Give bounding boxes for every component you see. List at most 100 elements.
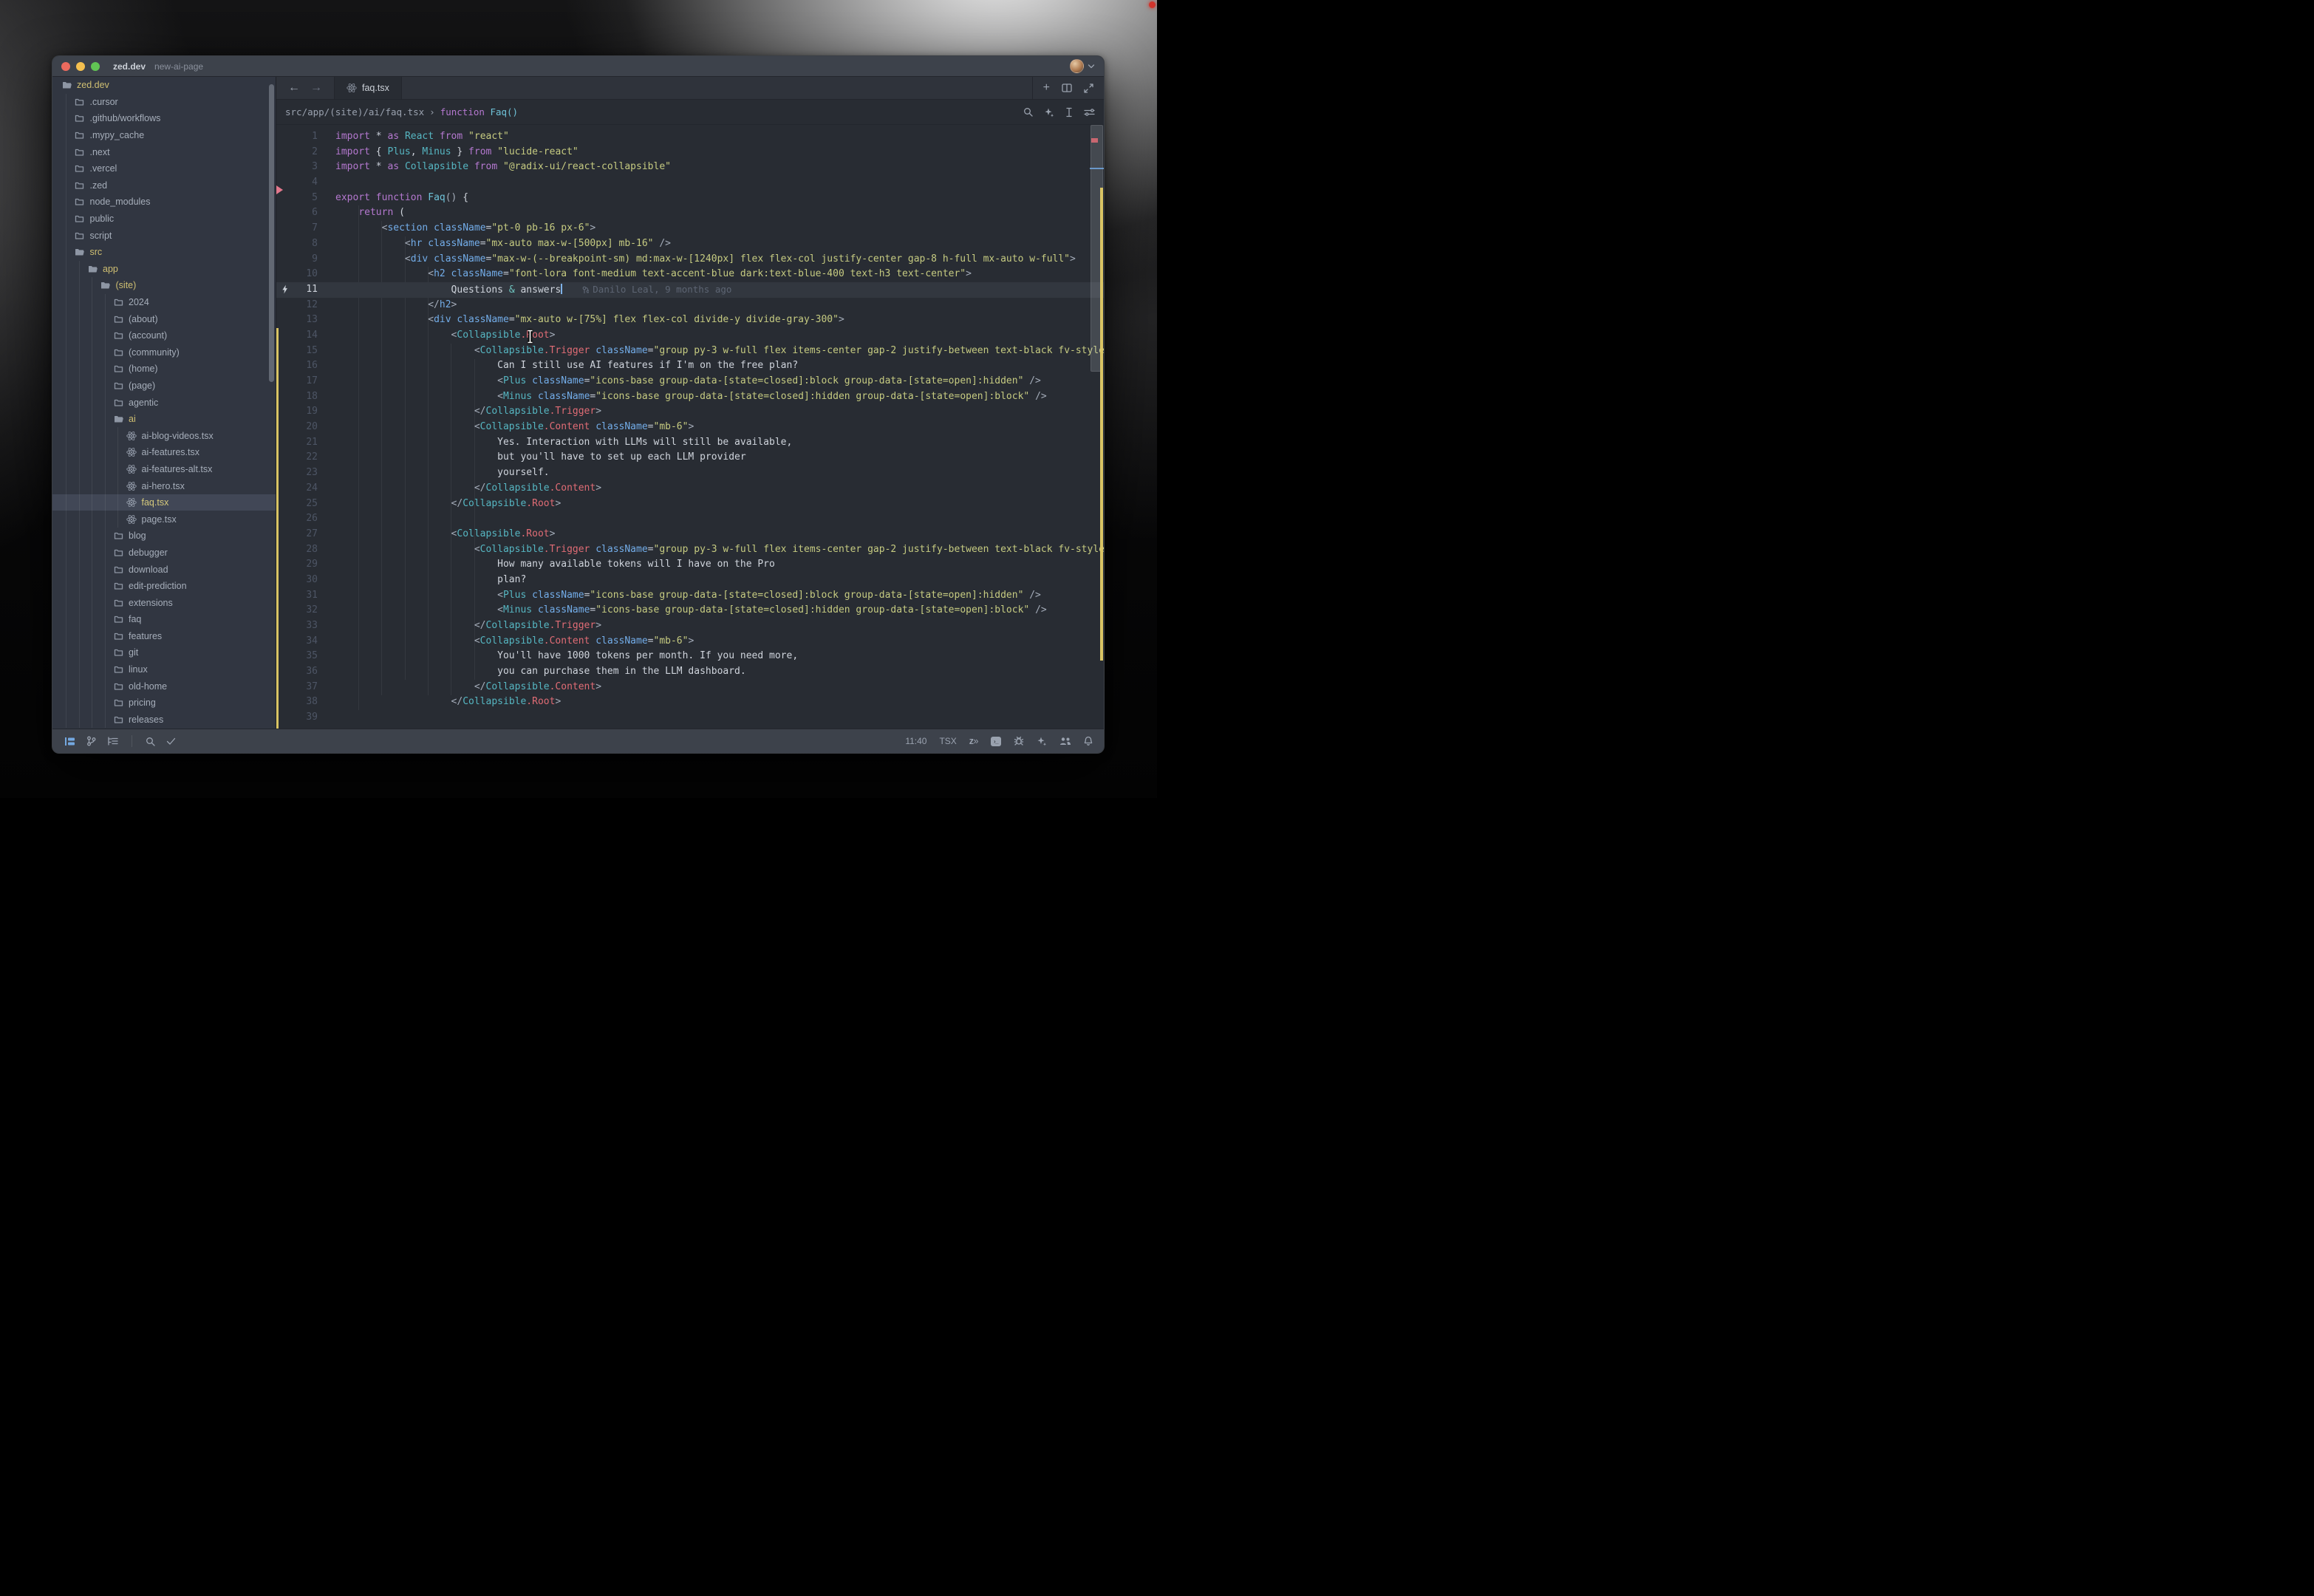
breadcrumb-symbol-name[interactable]: Faq() [490,106,518,117]
code-line-19[interactable]: 19 </Collapsible.Trigger> [276,404,1104,420]
code-line-29[interactable]: 29 How many available tokens will I have… [276,557,1104,573]
code-line-26[interactable]: 26 [276,511,1104,527]
folder-tree-item-faq[interactable]: faq [52,611,276,628]
folder-tree-item--cursor[interactable]: .cursor [52,94,276,111]
code-line-16[interactable]: 16 Can I still use AI features if I'm on… [276,358,1104,374]
code-line-22[interactable]: 22 but you'll have to set up each LLM pr… [276,450,1104,466]
breadcrumb-path[interactable]: src/app/(site)/ai/faq.tsx [285,106,424,117]
folder-tree-item-features[interactable]: features [52,628,276,645]
git-branch-icon[interactable] [86,736,96,746]
folder-tree-item-download[interactable]: download [52,561,276,578]
title-bar[interactable]: zed.dev new-ai-page [52,56,1104,77]
code-editor[interactable]: 1import * as React from "react"2import {… [276,125,1104,729]
folder-tree-item--account-[interactable]: (account) [52,327,276,344]
folder-tree-item-app[interactable]: app [52,261,276,278]
code-line-33[interactable]: 33 </Collapsible.Trigger> [276,618,1104,634]
folder-tree-item--community-[interactable]: (community) [52,344,276,361]
code-line-38[interactable]: 38 </Collapsible.Root> [276,695,1104,710]
folder-tree-item-src[interactable]: src [52,244,276,261]
branch-name[interactable]: new-ai-page [154,61,203,72]
folder-tree-item-zed-dev[interactable]: zed.dev [52,77,276,94]
expand-icon[interactable] [1084,83,1093,93]
user-avatar[interactable] [1070,59,1084,73]
folder-tree-item-public[interactable]: public [52,211,276,228]
folder-tree-item--next[interactable]: .next [52,143,276,160]
code-line-8[interactable]: 8 <hr className="mx-auto max-w-[500px] m… [276,236,1104,252]
code-line-31[interactable]: 31 <Plus className="icons-base group-dat… [276,588,1104,604]
code-line-24[interactable]: 24 </Collapsible.Content> [276,481,1104,497]
new-tab-button[interactable]: + [1043,81,1050,95]
navigate-forward-button[interactable]: → [310,81,322,95]
sparkles-icon[interactable] [1044,107,1054,117]
code-line-21[interactable]: 21 Yes. Interaction with LLMs will still… [276,435,1104,451]
folder-tree-item-extensions[interactable]: extensions [52,594,276,611]
code-line-10[interactable]: 10 <h2 className="font-lora font-medium … [276,267,1104,282]
folder-tree-item-git[interactable]: git [52,644,276,661]
tab-faq-tsx[interactable]: faq.tsx [335,77,402,99]
folder-tree-item-node-modules[interactable]: node_modules [52,194,276,211]
check-icon[interactable] [166,737,176,746]
git-blame-inline[interactable]: Danilo Leal, 9 months ago [581,284,731,295]
project-name[interactable]: zed.dev [113,61,146,72]
code-line-17[interactable]: 17 <Plus className="icons-base group-dat… [276,374,1104,389]
folder-tree-item--github-workflows[interactable]: .github/workflows [52,110,276,127]
folder-tree-item--zed[interactable]: .zed [52,177,276,194]
split-pane-icon[interactable] [1062,83,1072,92]
folder-tree-item-blog[interactable]: blog [52,528,276,545]
close-window-button[interactable] [61,62,70,71]
sliders-icon[interactable] [1084,108,1095,117]
zoom-window-button[interactable] [91,62,100,71]
folder-tree-item--mypy-cache[interactable]: .mypy_cache [52,127,276,144]
folder-tree-item-linux[interactable]: linux [52,661,276,678]
code-line-37[interactable]: 37 </Collapsible.Content> [276,680,1104,695]
code-line-9[interactable]: 9 <div className="max-w-(--breakpoint-sm… [276,252,1104,267]
folder-tree-item-old-home[interactable]: old-home [52,678,276,695]
code-line-3[interactable]: 3import * as Collapsible from "@radix-ui… [276,160,1104,175]
git-deleted-marker[interactable] [276,185,283,194]
code-line-27[interactable]: 27 <Collapsible.Root> [276,527,1104,542]
search-icon[interactable] [1023,107,1033,117]
code-line-23[interactable]: 23 yourself. [276,466,1104,481]
code-line-34[interactable]: 34 <Collapsible.Content className="mb-6"… [276,634,1104,649]
folder-tree-item-pricing[interactable]: pricing [52,695,276,712]
zed-predict-icon[interactable]: z» [969,736,978,746]
folder-tree-item-releases[interactable]: releases [52,712,276,729]
file-tree-item-page-tsx[interactable]: page.tsx [52,511,276,528]
code-line-2[interactable]: 2import { Plus, Minus } from "lucide-rea… [276,145,1104,160]
navigate-back-button[interactable]: ← [288,81,300,95]
code-line-14[interactable]: 14 <Collapsible.Root> [276,328,1104,344]
code-line-7[interactable]: 7 <section className="pt-0 pb-16 px-6"> [276,221,1104,236]
code-line-4[interactable]: 4 [276,175,1104,191]
code-line-30[interactable]: 30 plan? [276,573,1104,588]
folder-tree-item--page-[interactable]: (page) [52,378,276,395]
folder-tree-item-debugger[interactable]: debugger [52,545,276,562]
code-line-15[interactable]: 15 <Collapsible.Trigger className="group… [276,344,1104,359]
code-line-6[interactable]: 6 return ( [276,205,1104,221]
folder-tree-item--about-[interactable]: (about) [52,310,276,327]
folder-tree-item--vercel[interactable]: .vercel [52,160,276,177]
code-line-36[interactable]: 36 you can purchase them in the LLM dash… [276,664,1104,680]
minimize-window-button[interactable] [76,62,85,71]
language-selector[interactable]: TSX [939,736,956,746]
file-tree-item-ai-hero-tsx[interactable]: ai-hero.tsx [52,477,276,494]
ibeam-icon[interactable] [1065,107,1073,117]
file-tree-item-ai-blog-videos-tsx[interactable]: ai-blog-videos.tsx [52,427,276,444]
project-panel-icon[interactable] [64,737,75,746]
code-line-35[interactable]: 35 You'll have 1000 tokens per month. If… [276,649,1104,664]
bell-icon[interactable] [1084,736,1093,746]
code-line-12[interactable]: 12 </h2> [276,298,1104,313]
folder-tree-item-2024[interactable]: 2024 [52,294,276,311]
chevron-down-icon[interactable] [1088,64,1095,69]
folder-tree-item--site-[interactable]: (site) [52,277,276,294]
code-line-28[interactable]: 28 <Collapsible.Trigger className="group… [276,542,1104,558]
file-tree-item-ai-features-tsx[interactable]: ai-features.tsx [52,444,276,461]
file-tree-item-faq-tsx[interactable]: faq.tsx [52,494,276,511]
code-line-5[interactable]: 5export function Faq() { [276,191,1104,206]
collab-icon[interactable] [1059,737,1071,746]
editor-scrollbar[interactable] [1090,125,1104,729]
debug-icon[interactable] [1014,736,1024,746]
folder-tree-item-agentic[interactable]: agentic [52,394,276,411]
code-line-20[interactable]: 20 <Collapsible.Content className="mb-6"… [276,420,1104,435]
folder-tree-item-ai[interactable]: ai [52,411,276,428]
cursor-position[interactable]: 11:40 [905,736,926,746]
